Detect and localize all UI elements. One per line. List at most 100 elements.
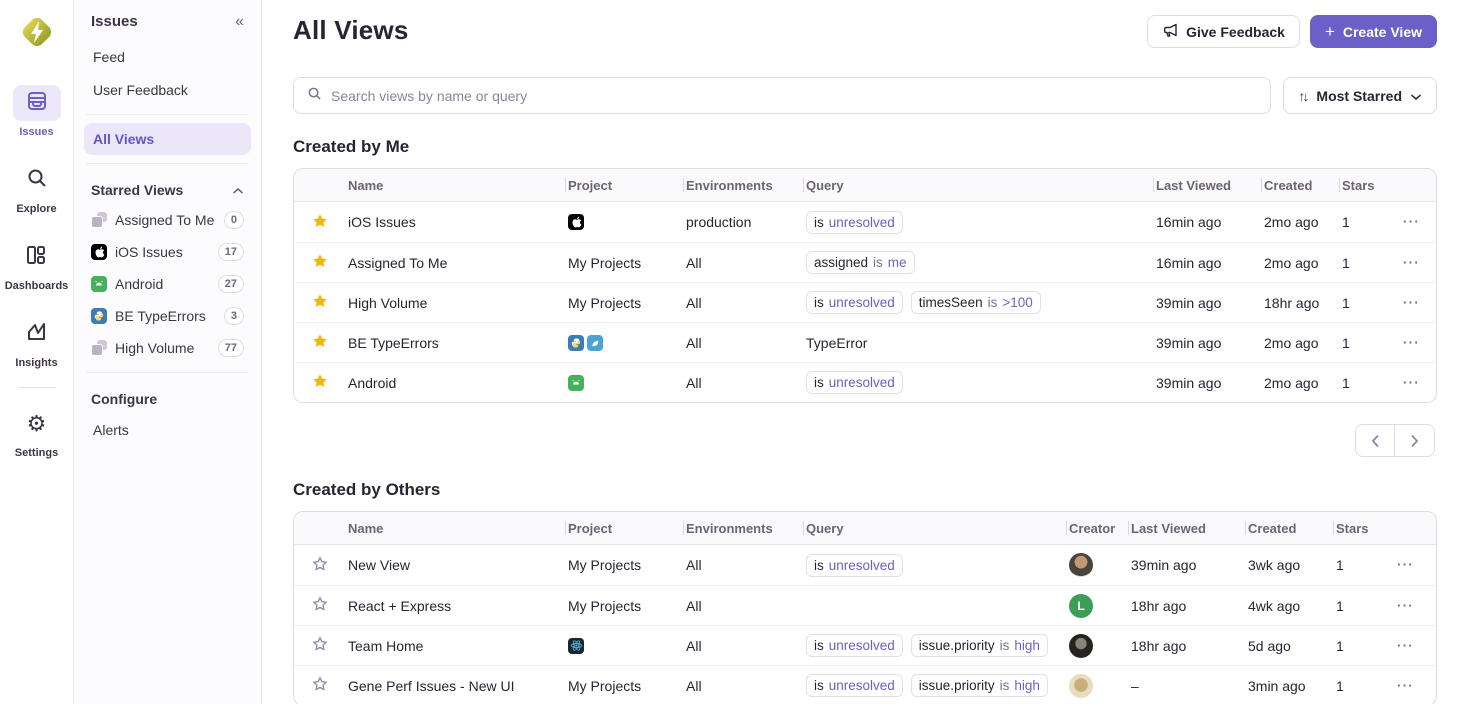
previous-page-button[interactable] bbox=[1355, 424, 1395, 457]
search-icon bbox=[307, 86, 322, 106]
environments-value: All bbox=[684, 375, 804, 391]
table-row[interactable]: iOS Issues production isunresolved 16min… bbox=[294, 202, 1436, 242]
rail-item-settings[interactable]: ⚙ Settings bbox=[13, 406, 61, 459]
row-actions-menu[interactable]: ⋯ bbox=[1396, 636, 1414, 655]
view-name-link[interactable]: New View bbox=[348, 557, 410, 573]
col-name: Name bbox=[346, 178, 566, 193]
chevron-up-icon[interactable] bbox=[232, 182, 244, 198]
starred-view-be-typeerrors[interactable]: BE TypeErrors 3 bbox=[84, 300, 251, 332]
view-name-link[interactable]: Assigned To Me bbox=[348, 255, 447, 271]
gear-icon: ⚙ bbox=[27, 413, 47, 435]
query-value: isunresolved bbox=[804, 371, 1154, 394]
project-stack-icon bbox=[91, 212, 107, 228]
environments-value: All bbox=[684, 557, 804, 573]
row-actions-menu[interactable]: ⋯ bbox=[1402, 293, 1420, 312]
chevron-down-icon bbox=[1410, 88, 1422, 104]
table-row[interactable]: Team Home All isunresolved issue.priorit… bbox=[294, 625, 1436, 665]
project-value: My Projects bbox=[566, 598, 684, 614]
stars-count: 1 bbox=[1340, 255, 1400, 271]
row-actions-menu[interactable]: ⋯ bbox=[1396, 596, 1414, 615]
count-badge: 3 bbox=[224, 307, 244, 325]
project-stack-icon bbox=[91, 340, 107, 356]
table-row[interactable]: Android All isunresolved 39min ago 2mo a… bbox=[294, 362, 1436, 402]
sidebar-item-user-feedback[interactable]: User Feedback bbox=[84, 74, 251, 106]
view-name-link[interactable]: Team Home bbox=[348, 638, 423, 654]
col-stars: Stars bbox=[1340, 178, 1400, 193]
starred-view-android[interactable]: Android 27 bbox=[84, 268, 251, 300]
rail-item-explore[interactable]: Explore bbox=[13, 162, 61, 215]
table-header: Name Project Environments Query Creator … bbox=[294, 512, 1436, 545]
sort-dropdown[interactable]: ↑↓ Most Starred bbox=[1283, 77, 1437, 114]
create-view-button[interactable]: + Create View bbox=[1310, 15, 1437, 48]
rail-divider bbox=[18, 387, 56, 388]
row-actions-menu[interactable]: ⋯ bbox=[1402, 253, 1420, 272]
sidebar-item-all-views[interactable]: All Views bbox=[84, 123, 251, 155]
search-input[interactable] bbox=[331, 88, 1257, 104]
count-badge: 27 bbox=[218, 275, 244, 293]
collapse-sidebar-icon[interactable]: « bbox=[235, 14, 244, 30]
col-last-viewed: Last Viewed bbox=[1154, 178, 1262, 193]
row-actions-menu[interactable]: ⋯ bbox=[1396, 676, 1414, 695]
star-outline-icon[interactable] bbox=[312, 556, 328, 575]
table-header: Name Project Environments Query Last Vie… bbox=[294, 169, 1436, 202]
table-row[interactable]: New View My Projects All isunresolved 39… bbox=[294, 545, 1436, 585]
row-actions-menu[interactable]: ⋯ bbox=[1402, 373, 1420, 392]
created-by-others-table: Name Project Environments Query Creator … bbox=[293, 511, 1437, 704]
star-filled-icon[interactable] bbox=[312, 293, 328, 312]
starred-views-header: Starred Views bbox=[91, 182, 183, 198]
creator-avatar: L bbox=[1069, 594, 1093, 618]
megaphone-icon bbox=[1162, 22, 1178, 41]
next-page-button[interactable] bbox=[1395, 424, 1435, 457]
query-value: isunresolved bbox=[804, 211, 1154, 234]
view-name-link[interactable]: React + Express bbox=[348, 598, 451, 614]
star-outline-icon[interactable] bbox=[312, 636, 328, 655]
star-filled-icon[interactable] bbox=[312, 213, 328, 232]
last-viewed-value: 39min ago bbox=[1156, 335, 1221, 351]
table-row[interactable]: React + Express My Projects All L 18hr a… bbox=[294, 585, 1436, 625]
table-row[interactable]: Assigned To Me My Projects All assignedi… bbox=[294, 242, 1436, 282]
star-filled-icon[interactable] bbox=[312, 373, 328, 392]
sentry-logo-icon[interactable] bbox=[17, 12, 57, 57]
count-badge: 17 bbox=[218, 243, 244, 261]
star-outline-icon[interactable] bbox=[312, 596, 328, 615]
environments-value: All bbox=[684, 335, 804, 351]
sidebar-item-alerts[interactable]: Alerts bbox=[84, 414, 251, 446]
starred-view-high-volume[interactable]: High Volume 77 bbox=[84, 332, 251, 364]
query-chip: isunresolved bbox=[806, 554, 903, 577]
rail-item-issues[interactable]: Issues bbox=[13, 85, 61, 138]
row-actions-menu[interactable]: ⋯ bbox=[1402, 333, 1420, 352]
row-actions-menu[interactable]: ⋯ bbox=[1396, 555, 1414, 574]
star-outline-icon[interactable] bbox=[312, 676, 328, 695]
rail-item-dashboards[interactable]: Dashboards bbox=[5, 239, 69, 292]
starred-view-ios-issues[interactable]: iOS Issues 17 bbox=[84, 236, 251, 268]
star-filled-icon[interactable] bbox=[312, 253, 328, 272]
view-name-link[interactable]: iOS Issues bbox=[348, 214, 416, 230]
sidebar-item-feed[interactable]: Feed bbox=[84, 41, 251, 73]
query-value: isunresolved issue.priorityishigh bbox=[804, 634, 1067, 657]
star-filled-icon[interactable] bbox=[312, 333, 328, 352]
table-row[interactable]: BE TypeErrors All TypeError 39min ago 2m… bbox=[294, 322, 1436, 362]
row-actions-menu[interactable]: ⋯ bbox=[1402, 212, 1420, 231]
col-query: Query bbox=[804, 521, 1067, 536]
created-value: 4wk ago bbox=[1248, 598, 1300, 614]
query-chip: isunresolved bbox=[806, 211, 903, 234]
query-chip: issue.priorityishigh bbox=[911, 634, 1048, 657]
environments-value: All bbox=[684, 638, 804, 654]
view-name-link[interactable]: Android bbox=[348, 375, 396, 391]
table-row[interactable]: High Volume My Projects All isunresolved… bbox=[294, 282, 1436, 322]
python-icon bbox=[91, 308, 107, 324]
table-row[interactable]: Gene Perf Issues - New UI My Projects Al… bbox=[294, 665, 1436, 704]
rail-item-insights[interactable]: Insights bbox=[13, 316, 61, 369]
view-name-link[interactable]: BE TypeErrors bbox=[348, 335, 439, 351]
configure-header: Configure bbox=[91, 391, 157, 407]
give-feedback-button[interactable]: Give Feedback bbox=[1147, 15, 1300, 48]
sort-arrows-icon: ↑↓ bbox=[1298, 88, 1306, 104]
divider bbox=[86, 372, 249, 373]
view-name-link[interactable]: Gene Perf Issues - New UI bbox=[348, 678, 515, 694]
pagination bbox=[295, 424, 1435, 457]
query-chip: assignedisme bbox=[806, 251, 915, 274]
query-plain-text: TypeError bbox=[806, 335, 867, 351]
starred-view-assigned-to-me[interactable]: Assigned To Me 0 bbox=[84, 204, 251, 236]
view-name-link[interactable]: High Volume bbox=[348, 295, 427, 311]
query-chip: isunresolved bbox=[806, 674, 903, 697]
